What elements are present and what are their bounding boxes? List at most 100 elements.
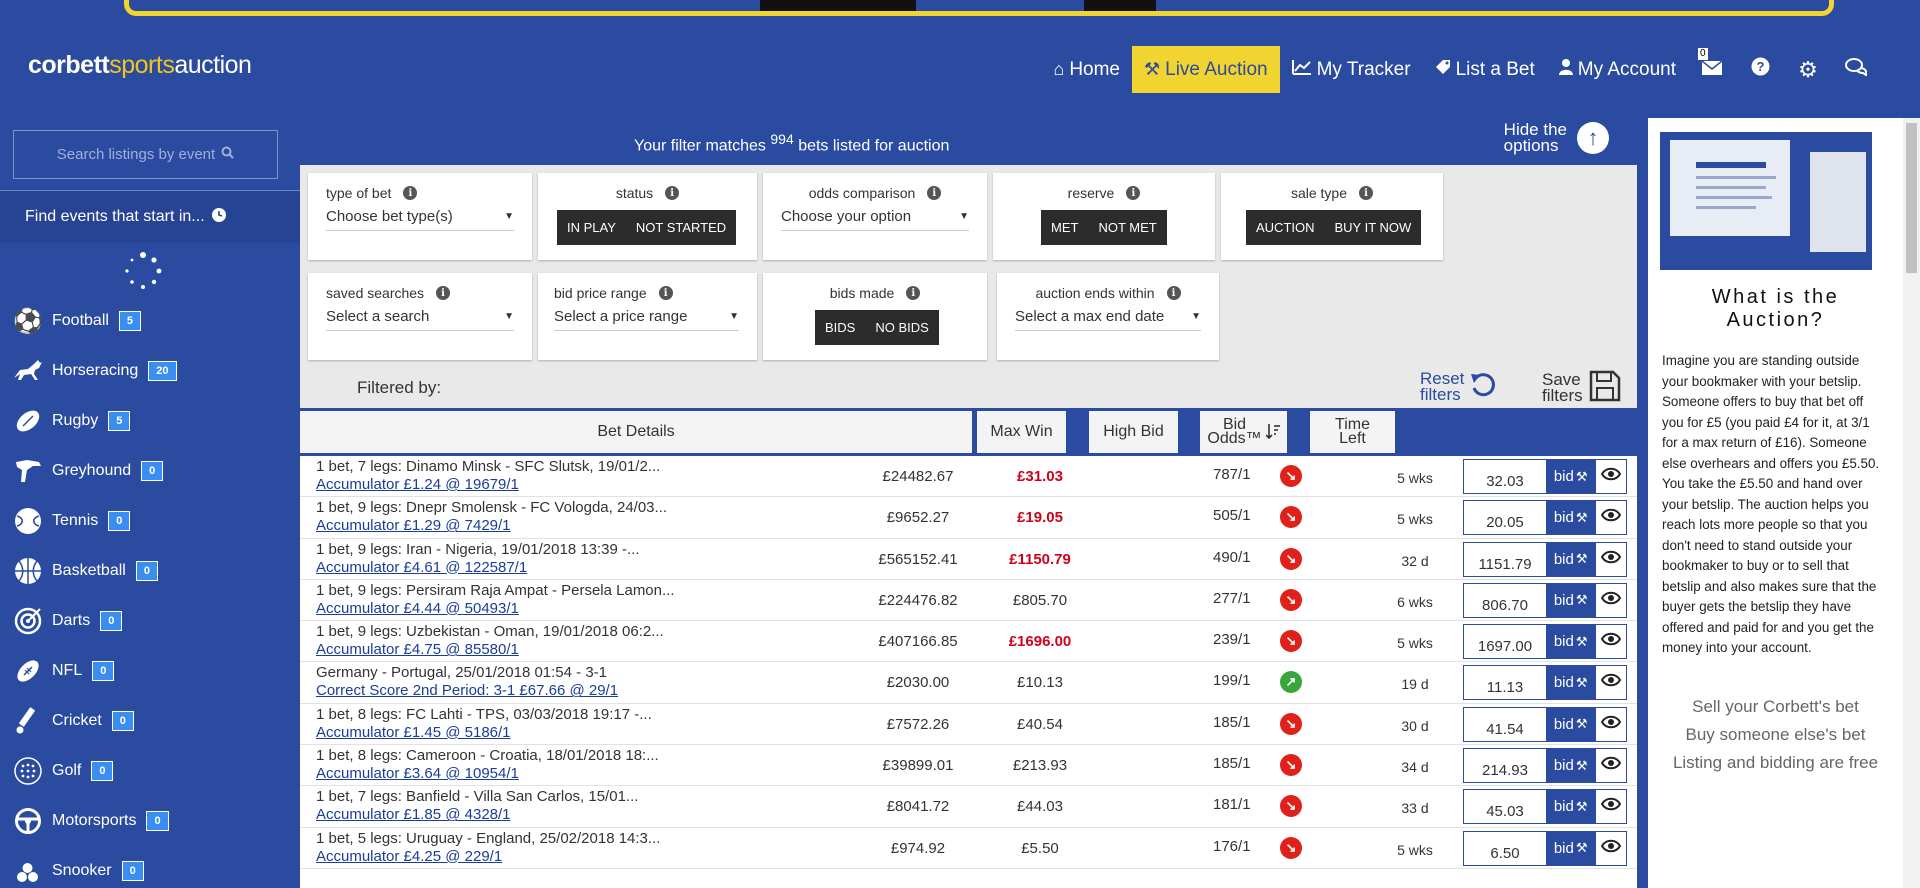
sidebar-item-golf[interactable]: Golf 0 [0,746,300,796]
reserve-met-button[interactable]: MET [1041,210,1088,245]
bet-selection-link[interactable]: Correct Score 2nd Period: 3-1 £67.66 @ 2… [316,682,836,700]
watch-button[interactable] [1595,749,1626,783]
save-filters-button[interactable]: Save filters [1542,370,1621,405]
sidebar-item-rugby[interactable]: Rugby 5 [0,396,300,446]
sale-type-auction-button[interactable]: AUCTION [1246,210,1325,245]
saved-search-select[interactable]: Select a search ▼ [326,303,514,331]
bid-button[interactable]: bid ⚒ [1545,749,1596,783]
high-bid-cell: £40.54 [1017,715,1063,733]
sidebar-item-darts[interactable]: Darts 0 [0,596,300,646]
sidebar-item-football[interactable]: ⚽ Football 5 [0,296,300,346]
bid-amount-input[interactable]: 6.50 [1464,831,1546,865]
info-icon[interactable]: i [1359,186,1374,200]
bid-amount-input[interactable]: 1151.79 [1464,542,1546,576]
reserve-not-met-button[interactable]: NOT MET [1088,210,1166,245]
info-icon[interactable]: i [658,286,673,300]
bet-selection-link[interactable]: Accumulator £3.64 @ 10954/1 [316,765,836,783]
bid-button[interactable]: bid ⚒ [1545,790,1596,824]
sidebar-item-motorsports[interactable]: Motorsports 0 [0,796,300,846]
column-bid-odds[interactable]: Bid Odds™ [1200,411,1287,453]
nav-home[interactable]: ⌂ Home [1041,46,1132,93]
status-in-play-button[interactable]: IN PLAY [557,210,626,245]
bet-selection-link[interactable]: Accumulator £4.75 @ 85580/1 [316,641,836,659]
bid-button[interactable]: bid ⚒ [1545,707,1596,741]
watch-button[interactable] [1595,542,1626,576]
bid-amount-input[interactable]: 32.03 [1464,460,1546,493]
info-icon[interactable]: i [1126,186,1141,200]
column-bet-details[interactable]: Bet Details [300,411,972,453]
sidebar-item-basketball[interactable]: Basketball 0 [0,546,300,596]
column-time-left[interactable]: Time Left [1310,411,1395,453]
bid-button[interactable]: bid ⚒ [1545,625,1596,659]
watch-button[interactable] [1595,625,1626,659]
bid-button[interactable]: bid ⚒ [1545,460,1596,493]
info-icon[interactable]: i [1166,286,1181,300]
help-button[interactable]: ? [1736,46,1784,93]
sidebar-item-horseracing[interactable]: Horseracing 20 [0,346,300,396]
sidebar-item-greyhound[interactable]: Greyhound 0 [0,446,300,496]
watch-button[interactable] [1595,460,1626,493]
nav-list-a-bet[interactable]: List a Bet [1423,46,1547,93]
bid-amount-input[interactable]: 41.54 [1464,707,1546,741]
column-high-bid[interactable]: High Bid [1089,411,1178,453]
bid-button[interactable]: bid ⚒ [1545,831,1596,865]
bid-button[interactable]: bid ⚒ [1545,542,1596,576]
no-bids-button[interactable]: NO BIDS [865,310,938,345]
watch-button[interactable] [1595,501,1626,535]
info-icon[interactable]: i [665,186,680,200]
end-date-select[interactable]: Select a max end date ▼ [1015,303,1201,331]
sidebar-item-cricket[interactable]: Cricket 0 [0,696,300,746]
bid-button[interactable]: bid ⚒ [1545,666,1596,700]
bid-amount-input[interactable]: 45.03 [1464,790,1546,824]
info-icon[interactable]: i [906,286,921,300]
watch-button[interactable] [1595,666,1626,700]
bids-button[interactable]: BIDS [815,310,865,345]
bid-amount-input[interactable]: 214.93 [1464,749,1546,783]
watch-button[interactable] [1595,583,1626,617]
bid-amount-input[interactable]: 11.13 [1464,666,1546,700]
bet-selection-link[interactable]: Accumulator £1.29 @ 7429/1 [316,517,836,535]
nav-my-account[interactable]: My Account [1547,46,1688,93]
bid-amount-input[interactable]: 20.05 [1464,501,1546,535]
bet-selection-link[interactable]: Accumulator £4.61 @ 122587/1 [316,559,836,577]
price-range-select[interactable]: Select a price range ▼ [554,303,739,331]
sidebar-item-snooker[interactable]: Snooker 0 [0,846,300,888]
info-icon[interactable]: i [403,186,418,200]
bet-selection-link[interactable]: Accumulator £1.85 @ 4328/1 [316,806,836,824]
bet-type-select[interactable]: Choose bet type(s) ▼ [326,203,514,231]
sidebar-item-tennis[interactable]: Tennis 0 [0,496,300,546]
chat-icon [1845,57,1867,82]
bet-selection-link[interactable]: Accumulator £4.44 @ 50493/1 [316,600,836,618]
sale-type-buy-it-now-button[interactable]: BUY IT NOW [1325,210,1422,245]
info-icon[interactable]: i [436,286,451,300]
column-max-win[interactable]: Max Win [977,411,1066,453]
event-search-input[interactable]: Search listings by event [13,130,278,179]
nav-my-tracker[interactable]: My Tracker [1280,46,1423,93]
reset-filters-button[interactable]: Reset filters [1420,370,1498,403]
watch-button[interactable] [1595,707,1626,741]
bet-selection-link[interactable]: Accumulator £4.25 @ 229/1 [316,848,836,866]
bid-amount-input[interactable]: 1697.00 [1464,625,1546,659]
chat-button[interactable] [1832,46,1880,93]
status-not-started-button[interactable]: NOT STARTED [626,210,736,245]
scrollbar-thumb[interactable] [1906,123,1917,273]
eye-icon [1601,632,1622,651]
bet-selection-link[interactable]: Accumulator £1.24 @ 19679/1 [316,476,836,494]
messages-button[interactable]: 0 [1688,46,1736,93]
watch-button[interactable] [1595,790,1626,824]
find-events-button[interactable]: Find events that start in... [0,191,300,243]
bid-button[interactable]: bid ⚒ [1545,583,1596,617]
sidebar-item-nfl[interactable]: NFL 0 [0,646,300,696]
page-scrollbar[interactable] [1903,118,1920,888]
info-icon[interactable]: i [927,186,942,200]
site-logo[interactable]: corbettsportsauction [28,51,252,80]
nav-live-auction[interactable]: ⚒ Live Auction [1132,46,1280,93]
watch-button[interactable] [1595,831,1626,865]
table-row: 1 bet, 8 legs: FC Lahti - TPS, 03/03/201… [300,704,1637,746]
bid-amount-input[interactable]: 806.70 [1464,583,1546,617]
bid-button[interactable]: bid ⚒ [1545,501,1596,535]
settings-button[interactable]: ⚙ [1784,46,1832,93]
bet-selection-link[interactable]: Accumulator £1.45 @ 5186/1 [316,724,836,742]
hide-options-button[interactable]: Hide the options ↑ [1504,121,1609,154]
odds-comparison-select[interactable]: Choose your option ▼ [781,203,969,231]
